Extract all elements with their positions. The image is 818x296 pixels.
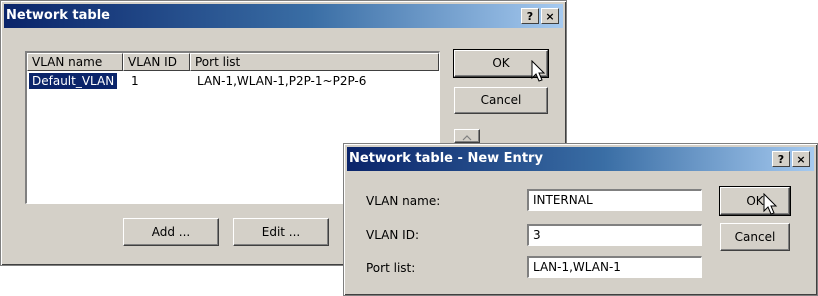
network-table-title: Network table	[6, 8, 110, 23]
vlan-id-label: VLAN ID:	[366, 228, 419, 242]
new-entry-dialog: Network table - New Entry ? × VLAN name:…	[343, 143, 818, 296]
add-button[interactable]: Add ...	[123, 218, 219, 246]
cancel-button[interactable]: Cancel	[454, 87, 548, 114]
chevron-up-icon	[462, 135, 472, 141]
network-table-titlebar[interactable]: Network table ? ×	[4, 4, 563, 28]
vlan-name-label: VLAN name:	[366, 194, 441, 208]
new-entry-close-button[interactable]: ×	[792, 151, 810, 167]
mouse-pointer-icon	[531, 60, 546, 82]
new-entry-ok-button[interactable]: OK	[719, 186, 791, 216]
row-port-list: LAN-1,WLAN-1,P2P-1~P2P-6	[197, 74, 367, 88]
column-vlan-name[interactable]: VLAN name	[27, 53, 123, 71]
new-entry-help-button[interactable]: ?	[772, 151, 790, 167]
vlan-list-header: VLAN name VLAN ID Port list	[27, 53, 439, 71]
vlan-name-field[interactable]: INTERNAL	[527, 189, 702, 211]
new-entry-title: Network table - New Entry	[349, 151, 543, 166]
vlan-id-field[interactable]: 3	[527, 224, 702, 246]
close-button[interactable]: ×	[541, 8, 559, 24]
new-entry-cancel-button[interactable]: Cancel	[720, 223, 790, 251]
edit-button[interactable]: Edit ...	[233, 218, 329, 246]
column-port-list[interactable]: Port list	[190, 53, 439, 71]
port-list-label: Port list:	[366, 261, 416, 275]
column-vlan-id[interactable]: VLAN ID	[123, 53, 190, 71]
row-vlan-name: Default_VLAN	[29, 73, 118, 89]
port-list-field[interactable]: LAN-1,WLAN-1	[527, 256, 702, 278]
help-button[interactable]: ?	[521, 8, 539, 24]
mouse-pointer-icon	[763, 193, 778, 215]
row-vlan-id: 1	[131, 74, 139, 88]
new-entry-titlebar[interactable]: Network table - New Entry ? ×	[347, 147, 814, 171]
table-row[interactable]: Default_VLAN 1 LAN-1,WLAN-1,P2P-1~P2P-6	[27, 73, 439, 89]
scroll-up-button[interactable]	[454, 129, 480, 143]
